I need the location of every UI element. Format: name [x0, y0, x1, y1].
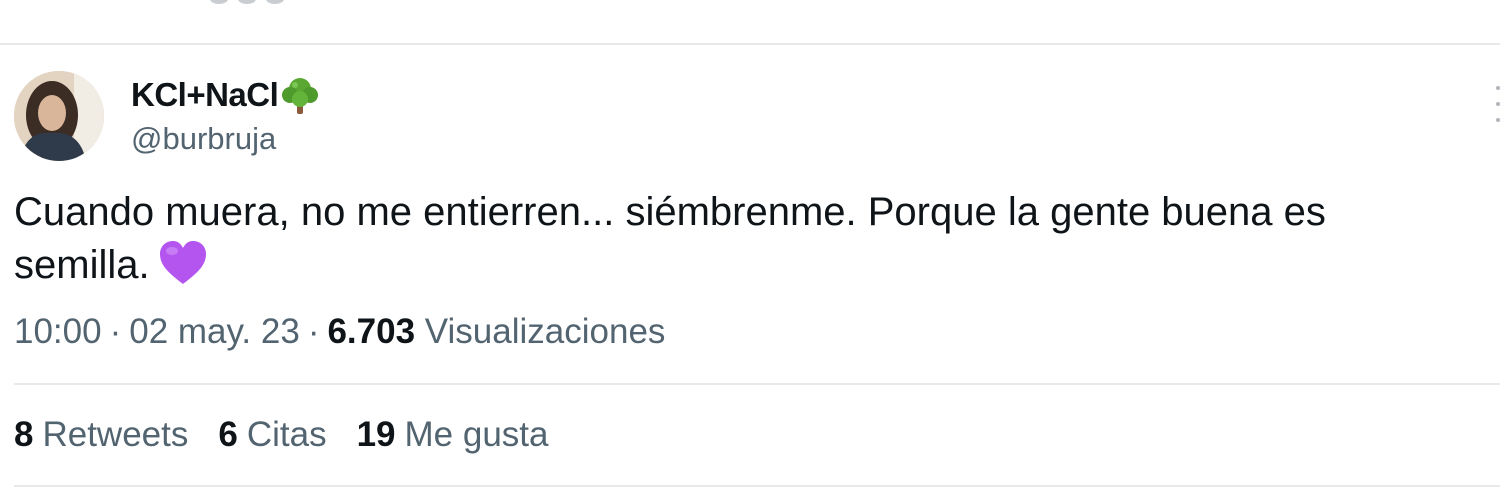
tweet-date[interactable]: 02 may. 23: [129, 312, 300, 351]
previous-tweet-actions-partial: [210, 0, 284, 4]
retweets-count: 8: [14, 415, 34, 454]
quotes-label: Citas: [246, 415, 327, 454]
display-name-text[interactable]: KCl+NaCl: [131, 76, 279, 114]
author-handle[interactable]: @burbruja: [131, 121, 276, 157]
likes-count: 19: [356, 415, 396, 454]
likes-stat[interactable]: 19 Me gusta: [357, 415, 549, 455]
retweets-label: Retweets: [42, 415, 189, 454]
engagement-stats: 8 Retweets 6 Citas 19 Me gusta: [14, 415, 549, 455]
author-display-name[interactable]: KCl+NaCl: [131, 74, 321, 116]
quotes-stat[interactable]: 6 Citas: [218, 415, 326, 455]
separator-dot: ·: [307, 312, 320, 351]
retweets-stat[interactable]: 8 Retweets: [14, 415, 188, 455]
quotes-count: 6: [218, 415, 238, 454]
views-count: 6.703: [327, 312, 416, 351]
tweet-metadata: 10:00 · 02 may. 23 · 6.703 Visualizaciones: [14, 312, 665, 352]
purple-heart-icon: [158, 240, 208, 286]
views-label: Visualizaciones: [424, 312, 666, 351]
tweet-text-line-2: semilla.: [14, 239, 1494, 292]
separator-dot: ·: [109, 312, 122, 351]
tweet-text-line-1: Cuando muera, no me entierren... siémbre…: [14, 190, 1326, 234]
tweet-text-line-2-text: semilla.: [14, 243, 150, 287]
avatar[interactable]: [14, 71, 104, 161]
stats-bottom-divider: [14, 485, 1500, 487]
top-divider: [0, 43, 1500, 45]
tweet-time[interactable]: 10:00: [14, 312, 102, 351]
stats-top-divider: [14, 383, 1500, 385]
tweet-text: Cuando muera, no me entierren... siémbre…: [14, 186, 1494, 292]
deciduous-tree-icon: [279, 74, 321, 116]
more-options-icon[interactable]: [1492, 86, 1500, 122]
likes-label: Me gusta: [404, 415, 549, 454]
